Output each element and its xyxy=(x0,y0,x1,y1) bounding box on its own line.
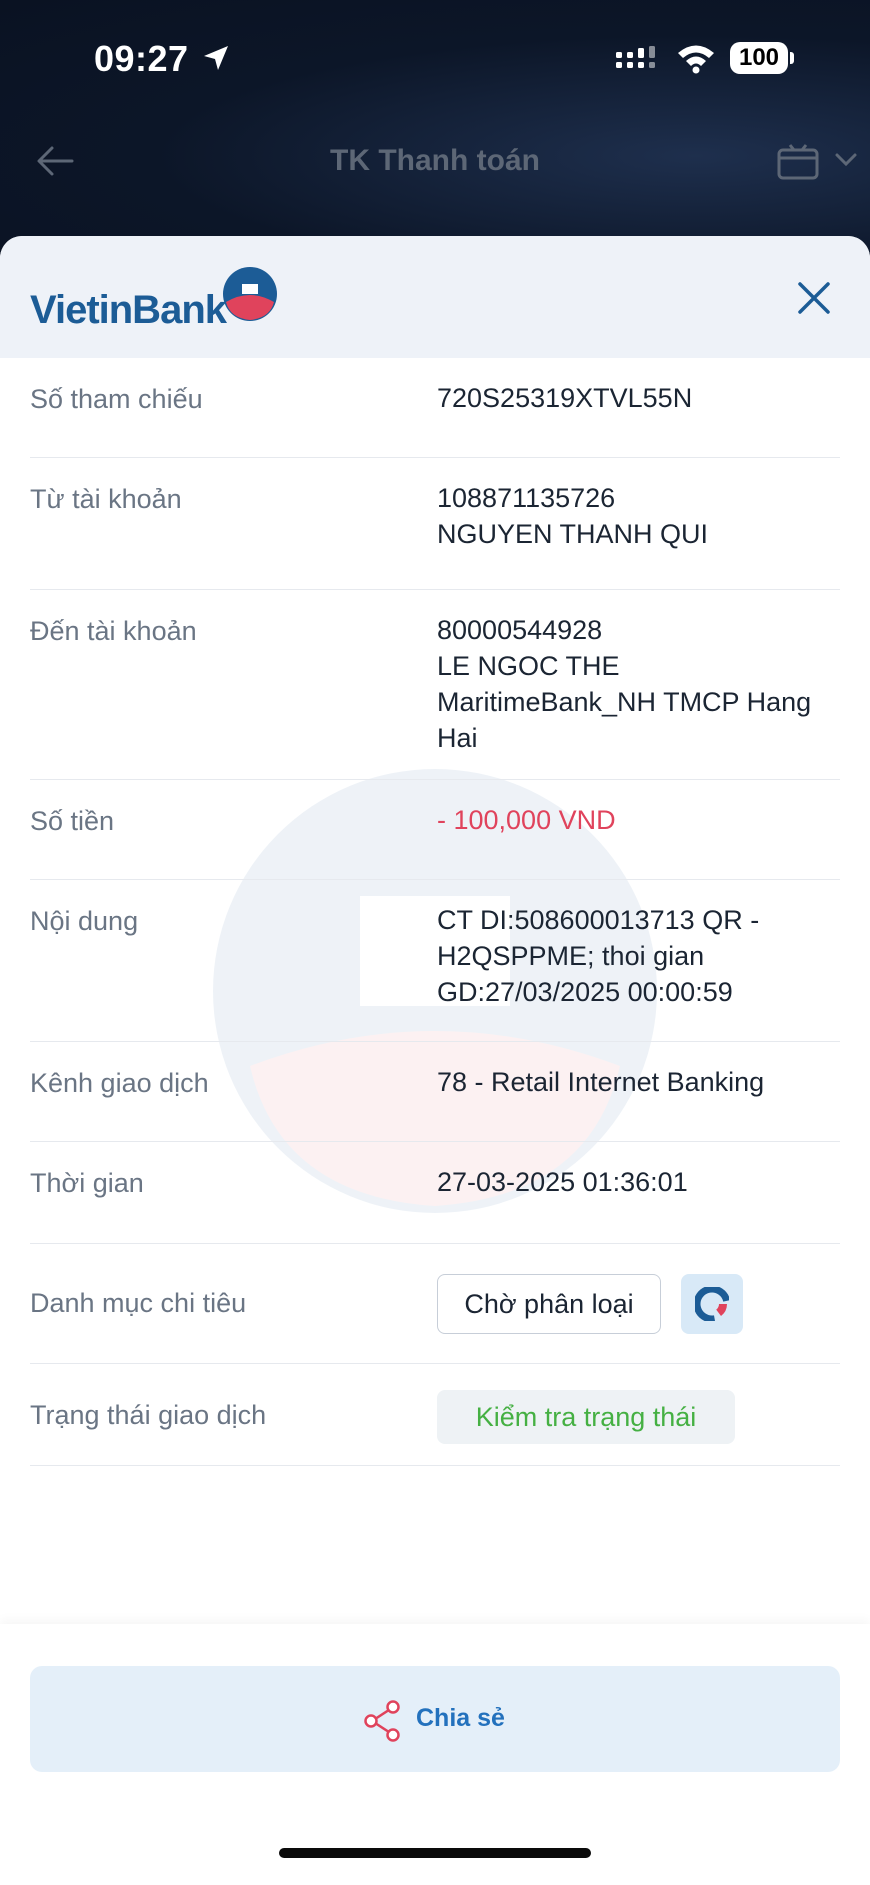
sheet-footer: Chia sẻ xyxy=(0,1624,870,1885)
pie-chart-icon xyxy=(695,1287,729,1321)
category-chart-button[interactable] xyxy=(681,1274,743,1334)
location-arrow-icon xyxy=(204,46,228,70)
detail-row-reference: Số tham chiếu 720S25319XTVL55N xyxy=(0,358,870,458)
vietinbank-logo: VietinBank xyxy=(30,266,280,336)
channel-value: 78 - Retail Internet Banking xyxy=(437,1067,765,1097)
signal-icon xyxy=(616,46,655,68)
to-account-value: 80000544928 LE NGOC THE MaritimeBank_NH … xyxy=(437,612,845,756)
category-button[interactable]: Chờ phân loại xyxy=(437,1274,661,1334)
row-label: Kênh giao dịch xyxy=(30,1068,209,1098)
to-account-name: LE NGOC THE xyxy=(437,651,620,681)
close-icon[interactable] xyxy=(794,278,834,318)
transaction-detail-sheet: VietinBank Số tham chiếu 720S25319XTVL55… xyxy=(0,236,870,1885)
row-label: Thời gian xyxy=(30,1168,144,1198)
detail-row-spending-category: Danh mục chi tiêu Chờ phân loại xyxy=(0,1244,870,1364)
to-account-bank: MaritimeBank_NH TMCP Hang Hai xyxy=(437,687,812,753)
from-account-value: 108871135726 NGUYEN THANH QUI xyxy=(437,480,845,552)
amount-value: - 100,000 VND xyxy=(437,805,616,835)
detail-row-content: Nội dung CT DI:508600013713 QR - H2QSPPM… xyxy=(0,880,870,1042)
chevron-down-icon[interactable] xyxy=(834,152,858,168)
check-status-button[interactable]: Kiểm tra trạng thái xyxy=(437,1390,735,1444)
detail-row-from-account: Từ tài khoản 108871135726 NGUYEN THANH Q… xyxy=(0,458,870,590)
battery-indicator: 100 xyxy=(730,42,788,74)
time-value: 27-03-2025 01:36:01 xyxy=(437,1167,688,1197)
status-time: 09:27 xyxy=(94,38,189,79)
detail-row-to-account: Đến tài khoản 80000544928 LE NGOC THE Ma… xyxy=(0,590,870,780)
page-title: TK Thanh toán xyxy=(330,144,540,177)
wifi-icon xyxy=(678,45,714,74)
share-icon xyxy=(364,1700,400,1742)
row-label: Số tham chiếu xyxy=(30,384,203,414)
battery-tip xyxy=(790,52,794,64)
logo-mark-icon xyxy=(223,267,277,321)
from-account-number: 108871135726 xyxy=(437,483,616,513)
background-app: 09:27 100 TK Thanh toán xyxy=(0,0,870,260)
app-header: TK Thanh toán xyxy=(0,130,870,190)
share-button[interactable]: Chia sẻ xyxy=(30,1666,840,1772)
to-account-number: 80000544928 xyxy=(437,615,603,645)
status-bar: 09:27 100 xyxy=(0,0,870,120)
divider xyxy=(30,1465,840,1466)
from-account-name: NGUYEN THANH QUI xyxy=(437,519,709,549)
row-label: Số tiền xyxy=(30,806,115,836)
row-label: Từ tài khoản xyxy=(30,484,182,514)
home-indicator[interactable] xyxy=(279,1848,591,1858)
transaction-content: CT DI:508600013713 QR - H2QSPPME; thoi g… xyxy=(437,905,760,1007)
calendar-icon[interactable] xyxy=(776,142,820,182)
detail-row-amount: Số tiền - 100,000 VND xyxy=(0,780,870,880)
row-label: Trạng thái giao dịch xyxy=(30,1400,267,1430)
sheet-header: VietinBank xyxy=(0,236,870,358)
detail-row-channel: Kênh giao dịch 78 - Retail Internet Bank… xyxy=(0,1042,870,1142)
share-label: Chia sẻ xyxy=(416,1704,505,1732)
row-label: Danh mục chi tiêu xyxy=(30,1288,247,1318)
reference-number: 720S25319XTVL55N xyxy=(437,383,693,413)
detail-row-status: Trạng thái giao dịch Kiểm tra trạng thái xyxy=(0,1364,870,1466)
row-label: Nội dung xyxy=(30,906,139,936)
row-label: Đến tài khoản xyxy=(30,616,197,646)
logo-text: VietinBank xyxy=(30,288,227,332)
detail-rows: Số tham chiếu 720S25319XTVL55N Từ tài kh… xyxy=(0,358,870,1466)
detail-row-time: Thời gian 27-03-2025 01:36:01 xyxy=(0,1142,870,1244)
